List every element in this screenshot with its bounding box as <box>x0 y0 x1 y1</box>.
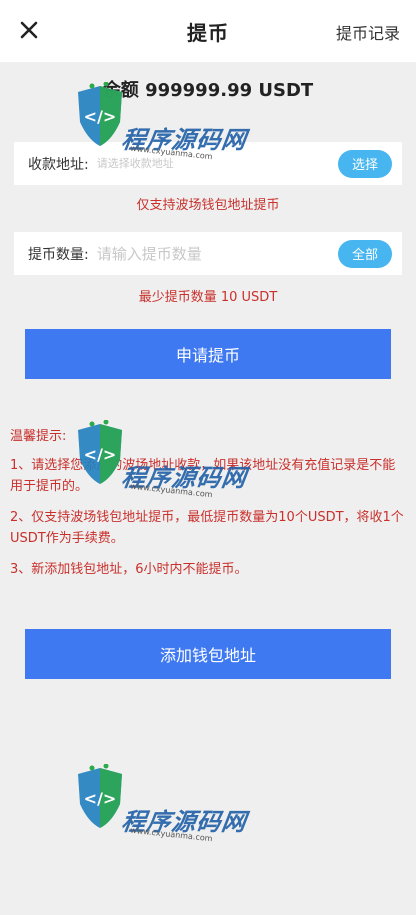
all-amount-button[interactable]: 全部 <box>337 239 392 268</box>
amount-hint: 最少提币数量 10 USDT <box>138 290 278 305</box>
close-icon <box>20 21 38 39</box>
withdraw-history-link[interactable]: 提币记录 <box>336 20 400 44</box>
watermark-name: 程序源码网 <box>119 808 249 836</box>
watermark-url: www.cxyuanma.com <box>129 825 213 844</box>
close-button[interactable] <box>14 15 44 45</box>
address-hint: 仅支持波场钱包地址提币 <box>136 198 280 213</box>
svg-text:</>: </> <box>84 789 117 808</box>
withdraw-page: 提币 提币记录 余额 999999.99 USDT 收款地址: 选择 仅支持波场… <box>0 0 416 915</box>
page-title: 提币 <box>187 20 229 45</box>
watermark-logo: </> 程序源码网 www.cxyuanma.com <box>72 763 252 844</box>
tips-title: 温馨提示: <box>10 429 67 444</box>
tip-item: 2、仅支持波场钱包地址提币，最低提币数量为10个USDT，将收1个USDT作为手… <box>10 510 404 546</box>
watermark-shield-icon: </> <box>78 763 122 828</box>
top-bar: 提币 提币记录 <box>0 0 416 62</box>
apply-withdraw-button[interactable]: 申请提币 <box>25 329 391 379</box>
add-wallet-button[interactable]: 添加钱包地址 <box>25 629 391 679</box>
balance-text: 余额 999999.99 USDT <box>102 80 314 101</box>
tip-item: 3、新添加钱包地址，6小时内不能提币。 <box>10 562 248 577</box>
select-address-button[interactable]: 选择 <box>337 149 392 178</box>
tip-item: 1、请选择您添加的波场地址收款，如果该地址没有充值记录是不能用于提币的。 <box>10 458 396 494</box>
amount-label: 提币数量: <box>28 246 89 263</box>
amount-input[interactable] <box>96 244 338 263</box>
address-input[interactable] <box>96 157 338 170</box>
amount-row: 提币数量: 全部 <box>14 232 402 275</box>
address-label: 收款地址: <box>28 156 89 173</box>
tips-section: 温馨提示: 1、请选择您添加的波场地址收款，如果该地址没有充值记录是不能用于提币… <box>10 426 406 590</box>
svg-text:</>: </> <box>84 107 117 126</box>
address-row: 收款地址: 选择 <box>14 142 402 185</box>
